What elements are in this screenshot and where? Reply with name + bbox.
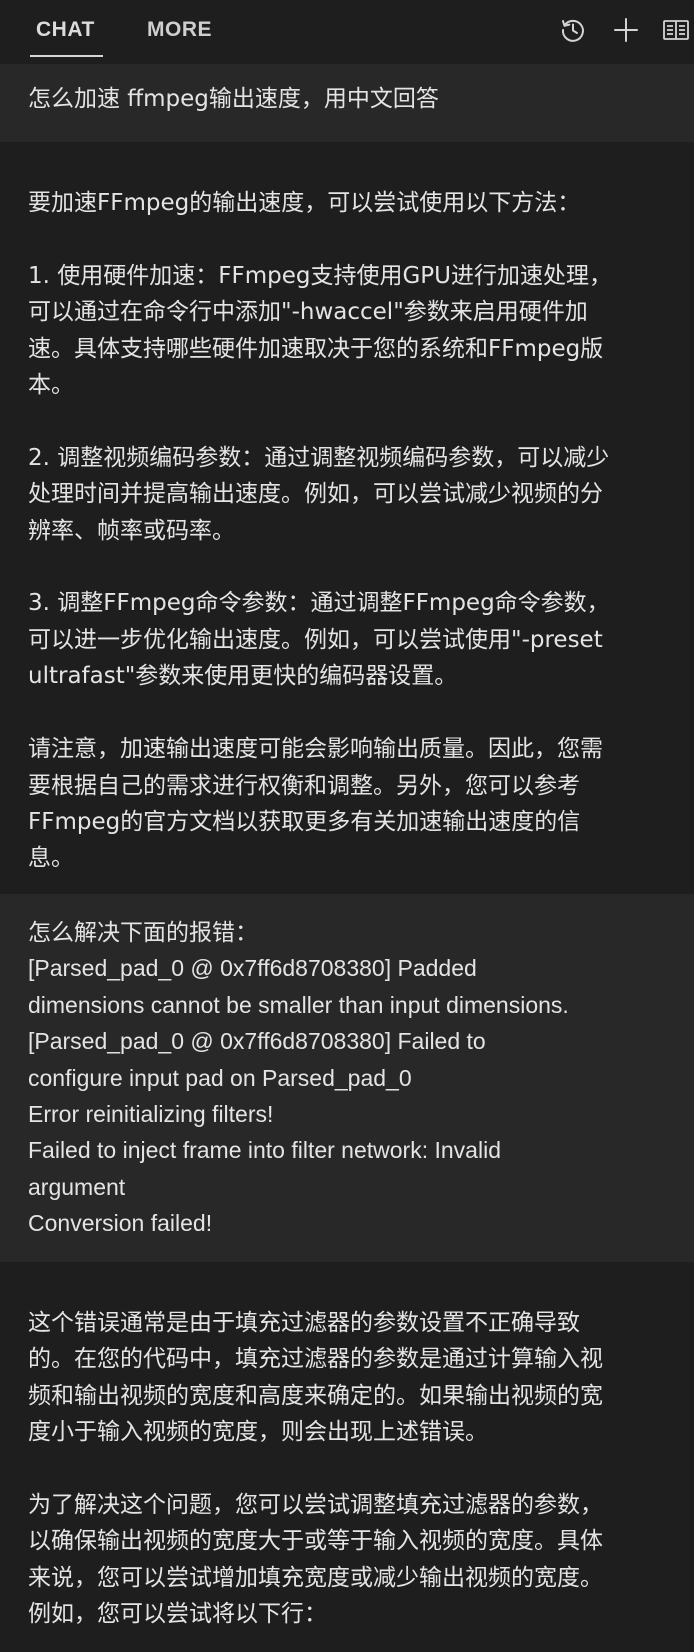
book-icon[interactable] xyxy=(662,16,690,44)
active-tab-indicator xyxy=(30,55,103,57)
message-text: 要加速FFmpeg的输出速度，可以尝试使用以下方法： 1. 使用硬件加速：FFm… xyxy=(28,190,612,872)
top-bar: CHAT MORE xyxy=(0,0,694,64)
assistant-message: 这个错误通常是由于填充过滤器的参数设置不正确导致 的。在您的代码中，填充过滤器的… xyxy=(0,1262,694,1652)
message-text: 怎么加速 ffmpeg输出速度，用中文回答 xyxy=(28,86,439,112)
message-text: 怎么解决下面的报错： [Parsed_pad_0 @ 0x7ff6d870838… xyxy=(28,919,569,1237)
message-text: 这个错误通常是由于填充过滤器的参数设置不正确导致 的。在您的代码中，填充过滤器的… xyxy=(28,1310,603,1628)
user-message: 怎么解决下面的报错： [Parsed_pad_0 @ 0x7ff6d870838… xyxy=(0,894,694,1262)
assistant-message: 要加速FFmpeg的输出速度，可以尝试使用以下方法： 1. 使用硬件加速：FFm… xyxy=(0,142,694,894)
tab-more[interactable]: MORE xyxy=(147,18,212,42)
user-message: 怎么加速 ffmpeg输出速度，用中文回答 xyxy=(0,64,694,142)
tab-chat[interactable]: CHAT xyxy=(36,18,95,42)
history-icon[interactable] xyxy=(559,16,587,44)
plus-icon[interactable] xyxy=(612,16,640,44)
